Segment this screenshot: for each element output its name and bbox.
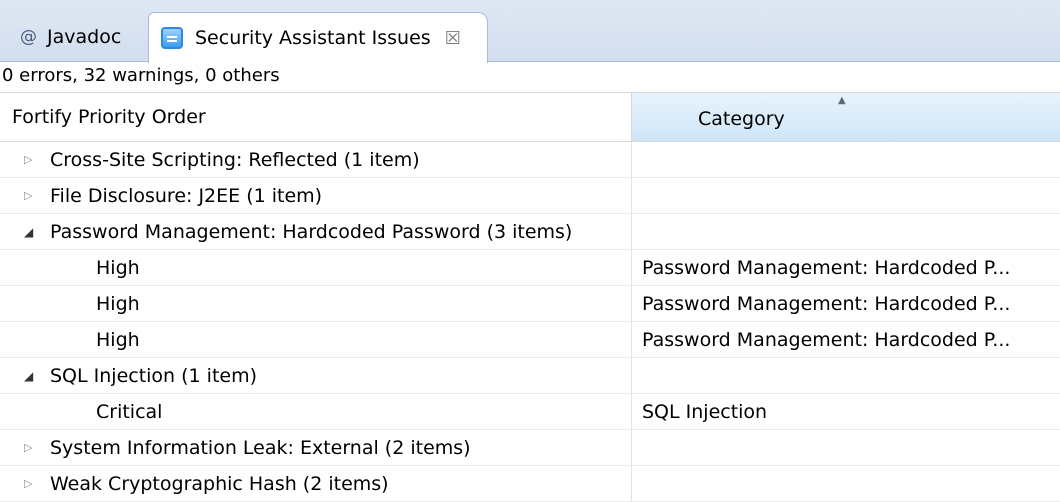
tree-group-row[interactable]: ◢ Password Management: Hardcoded Password… (0, 214, 1060, 250)
issues-summary: 0 errors, 32 warnings, 0 others (2, 65, 280, 86)
collapsed-arrow-icon[interactable]: ▷ (24, 178, 38, 213)
tree-group-row[interactable]: ▷ Cross-Site Scripting: Reflected (1 item… (0, 142, 1060, 178)
priority-cell: High (0, 286, 632, 322)
collapsed-arrow-icon[interactable]: ▷ (24, 430, 38, 465)
tab-security-assistant-issues[interactable]: Security Assistant Issues ☒ (148, 12, 488, 63)
group-label: File Disclosure: J2EE (1 item) (50, 184, 323, 207)
tree-group-row[interactable]: ◢ SQL Injection (1 item) (0, 358, 1060, 394)
tree-group-row[interactable]: ▷ System Information Leak: External (2 it… (0, 430, 1060, 466)
view-tab-bar: @ Javadoc Security Assistant Issues ☒ (0, 0, 1060, 63)
group-label: SQL Injection (1 item) (50, 364, 258, 387)
group-label: System Information Leak: External (2 ite… (50, 436, 471, 459)
category-cell: Password Management: Hardcoded P... (632, 250, 1060, 286)
tab-javadoc[interactable]: @ Javadoc (10, 12, 148, 62)
table-body: ▷ Cross-Site Scripting: Reflected (1 item… (0, 142, 1060, 502)
sort-ascending-icon: ▲ (838, 95, 846, 106)
category-cell: Password Management: Hardcoded P... (632, 322, 1060, 358)
table-header: Fortify Priority Order Category ▲ (0, 92, 1060, 142)
category-cell: SQL Injection (632, 394, 1060, 430)
issue-priority-label: Critical (96, 400, 163, 423)
category-cell (632, 466, 1060, 502)
at-icon: @ (20, 27, 37, 47)
category-cell: Password Management: Hardcoded P... (632, 286, 1060, 322)
issue-priority-label: High (96, 328, 140, 351)
category-cell (632, 178, 1060, 214)
issue-row[interactable]: High Password Management: Hardcoded P... (0, 286, 1060, 322)
tab-javadoc-label: Javadoc (47, 26, 122, 48)
column-header-category[interactable]: Category (632, 93, 1060, 141)
issues-view-icon (161, 27, 183, 49)
group-label: Password Management: Hardcoded Password … (50, 220, 573, 243)
priority-cell: ▷ File Disclosure: J2EE (1 item) (0, 178, 632, 214)
category-cell (632, 430, 1060, 466)
priority-cell: ▷ Weak Cryptographic Hash (2 items) (0, 466, 632, 502)
column-header-category-label: Category (698, 108, 785, 130)
collapsed-arrow-icon[interactable]: ▷ (24, 466, 38, 501)
priority-cell: ◢ Password Management: Hardcoded Password… (0, 214, 632, 250)
close-icon[interactable]: ☒ (445, 28, 461, 49)
column-header-priority[interactable]: Fortify Priority Order (0, 93, 632, 141)
priority-cell: High (0, 322, 632, 358)
category-cell (632, 214, 1060, 250)
priority-cell: ▷ Cross-Site Scripting: Reflected (1 item… (0, 142, 632, 178)
issue-row[interactable]: Critical SQL Injection (0, 394, 1060, 430)
priority-cell: ◢ SQL Injection (1 item) (0, 358, 632, 394)
priority-cell: ▷ System Information Leak: External (2 it… (0, 430, 632, 466)
collapsed-arrow-icon[interactable]: ▷ (24, 142, 38, 177)
tree-group-row[interactable]: ▷ File Disclosure: J2EE (1 item) (0, 178, 1060, 214)
category-cell (632, 358, 1060, 394)
issue-priority-label: High (96, 292, 140, 315)
group-label: Weak Cryptographic Hash (2 items) (50, 472, 389, 495)
issues-tree-table: Fortify Priority Order Category ▲ ▷ Cross… (0, 92, 1060, 502)
priority-cell: Critical (0, 394, 632, 430)
priority-cell: High (0, 250, 632, 286)
issue-row[interactable]: High Password Management: Hardcoded P... (0, 250, 1060, 286)
expanded-arrow-icon[interactable]: ◢ (24, 214, 38, 249)
issue-row[interactable]: High Password Management: Hardcoded P... (0, 322, 1060, 358)
tree-group-row[interactable]: ▷ Weak Cryptographic Hash (2 items) (0, 466, 1060, 502)
category-cell (632, 142, 1060, 178)
issue-priority-label: High (96, 256, 140, 279)
expanded-arrow-icon[interactable]: ◢ (24, 358, 38, 393)
tab-security-assistant-issues-label: Security Assistant Issues (195, 27, 431, 49)
group-label: Cross-Site Scripting: Reflected (1 item) (50, 148, 420, 171)
